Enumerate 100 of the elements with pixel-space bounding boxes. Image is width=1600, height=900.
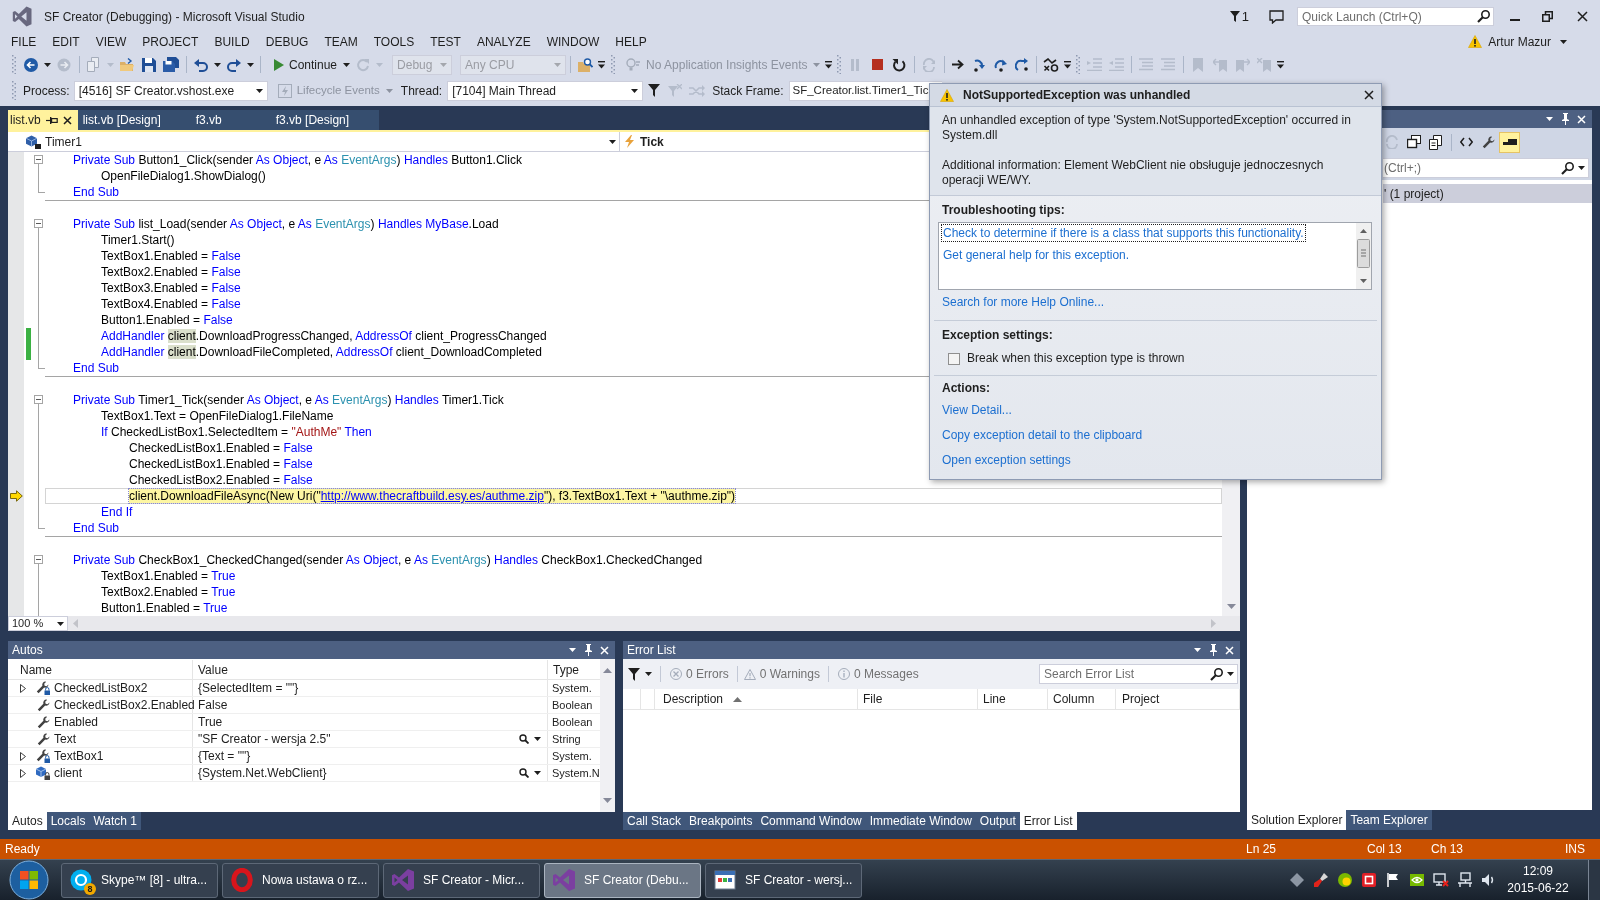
panel-tab[interactable]: Watch 1: [89, 812, 141, 830]
tile-icon[interactable]: [1361, 872, 1377, 888]
column-header[interactable]: Type: [553, 660, 579, 679]
caret-icon[interactable]: [1560, 39, 1567, 44]
grip-icon[interactable]: [12, 55, 16, 74]
zigzag-icon[interactable]: [1043, 57, 1060, 72]
code-brackets-icon[interactable]: [1459, 137, 1473, 147]
close-icon[interactable]: [62, 115, 72, 125]
arrow-right-icon[interactable]: [952, 59, 966, 70]
speech-bubble-icon[interactable]: [1269, 9, 1284, 24]
magnifier-icon[interactable]: [519, 734, 529, 744]
pin-icon[interactable]: [1209, 644, 1218, 656]
action-link[interactable]: Copy exception detail to the clipboard: [942, 428, 1143, 442]
caret-icon[interactable]: [534, 737, 541, 741]
caret-icon[interactable]: [1227, 672, 1234, 676]
menu-item[interactable]: DEBUG: [257, 32, 317, 51]
brush-icon[interactable]: [1313, 872, 1329, 888]
taskbar-button[interactable]: Nowa ustawa o rz...: [222, 862, 379, 898]
type-combo[interactable]: Timer1: [8, 132, 620, 151]
menu-item[interactable]: ANALYZE: [468, 32, 539, 51]
quick-launch-field[interactable]: Quick Launch (Ctrl+Q): [1297, 7, 1494, 26]
circle-badge-icon[interactable]: [1337, 872, 1353, 888]
redo-icon[interactable]: [227, 57, 241, 72]
caret-icon[interactable]: [255, 88, 263, 93]
caret-icon[interactable]: [609, 139, 616, 144]
column-header[interactable]: Name: [20, 660, 52, 679]
grip-icon[interactable]: [12, 81, 16, 100]
overflow-icon[interactable]: [1277, 60, 1285, 69]
taskbar-button[interactable]: SF Creator (Debu...: [544, 862, 701, 898]
preview-toggle-button[interactable]: [1499, 131, 1520, 153]
stack-frame-combo[interactable]: SF_Creator.list.Timer1_Tic: [788, 80, 942, 101]
pin-icon[interactable]: [45, 115, 58, 125]
action-link[interactable]: View Detail...: [942, 403, 1012, 417]
search-field[interactable]: (Ctrl+;): [1383, 158, 1589, 178]
pin-icon[interactable]: [1561, 113, 1570, 125]
search-icon[interactable]: [1561, 161, 1574, 175]
restart-icon[interactable]: [892, 57, 907, 72]
windows-stack-icon[interactable]: [1407, 135, 1421, 149]
menu-item[interactable]: VIEW: [87, 32, 135, 51]
notification-count[interactable]: 1: [1241, 6, 1249, 27]
scroll-down-icon[interactable]: [603, 798, 612, 803]
restore-icon[interactable]: [1542, 11, 1553, 22]
panel-tab[interactable]: Command Window: [756, 812, 866, 830]
caret-icon[interactable]: [631, 88, 639, 93]
member-combo[interactable]: Tick: [620, 132, 927, 151]
panel-tab[interactable]: Solution Explorer: [1247, 810, 1347, 830]
restart-icon[interactable]: [356, 57, 371, 72]
caret-icon[interactable]: [1578, 166, 1585, 170]
pin-icon[interactable]: [584, 644, 593, 656]
filter-toggle-button[interactable]: 0 Warnings: [743, 664, 820, 684]
column-header[interactable]: Description: [663, 690, 724, 708]
taskbar-button[interactable]: SF Creator - wersj...: [705, 862, 862, 898]
show-desktop-button[interactable]: [1588, 860, 1600, 900]
undo-icon[interactable]: [194, 57, 208, 72]
funnel-icon[interactable]: [628, 667, 640, 681]
caret-icon[interactable]: [57, 621, 64, 626]
grip-icon[interactable]: [1076, 55, 1081, 74]
step-into-icon[interactable]: [973, 57, 987, 72]
network-icon[interactable]: [1457, 872, 1473, 888]
panel-tab[interactable]: Error List: [1019, 812, 1077, 830]
menu-item[interactable]: TOOLS: [365, 32, 423, 51]
panel-tab[interactable]: Locals: [46, 812, 90, 830]
wrench-icon[interactable]: [1481, 135, 1495, 149]
overflow-icon[interactable]: [825, 60, 833, 69]
menu-item[interactable]: HELP: [607, 32, 655, 51]
caret-icon[interactable]: [1546, 117, 1553, 121]
search-icon[interactable]: [1477, 10, 1490, 23]
grip-icon[interactable]: [611, 55, 616, 74]
menu-item[interactable]: FILE: [3, 32, 45, 51]
eye-icon[interactable]: [1409, 872, 1425, 888]
document-tab[interactable]: list.vb: [8, 110, 78, 130]
caret-icon[interactable]: [569, 648, 576, 652]
collapse-icon[interactable]: [34, 155, 43, 164]
collapse-icon[interactable]: [34, 219, 43, 228]
filter-toggle-button[interactable]: 0 Messages: [837, 664, 919, 684]
filter-toggle-button[interactable]: 0 Errors: [670, 664, 729, 684]
column-header[interactable]: Line: [983, 690, 1006, 708]
action-link[interactable]: Open exception settings: [942, 453, 1071, 467]
url-link[interactable]: http://www.thecraftbuild.esy.es/authme.zip: [320, 489, 544, 503]
panel-tab[interactable]: Immediate Window: [865, 812, 976, 830]
caret-icon[interactable]: [645, 672, 652, 676]
collapse-icon[interactable]: [34, 555, 43, 564]
document-tab[interactable]: list.vb [Design]: [77, 110, 191, 130]
collapse-icon[interactable]: [34, 395, 43, 404]
continue-button[interactable]: Continue: [264, 53, 342, 76]
menu-item[interactable]: BUILD: [206, 32, 258, 51]
scroll-down-icon[interactable]: [1226, 604, 1236, 609]
caret-icon[interactable]: [214, 62, 221, 67]
overflow-icon[interactable]: [598, 60, 606, 69]
vertical-scrollbar[interactable]: [1356, 223, 1371, 289]
thread-combo[interactable]: [7104] Main Thread: [447, 80, 644, 101]
start-button[interactable]: [8, 860, 49, 900]
taskbar-button[interactable]: SF Creator - Micr...: [383, 862, 540, 898]
tip-link[interactable]: Get general help for this exception.: [941, 246, 1132, 264]
column-header[interactable]: Column: [1053, 690, 1095, 708]
close-icon[interactable]: [1576, 11, 1588, 22]
flag-icon[interactable]: [1385, 872, 1401, 888]
funnel-icon[interactable]: [648, 84, 661, 97]
column-header[interactable]: Value: [198, 660, 228, 679]
diamond-icon[interactable]: [1289, 872, 1305, 888]
